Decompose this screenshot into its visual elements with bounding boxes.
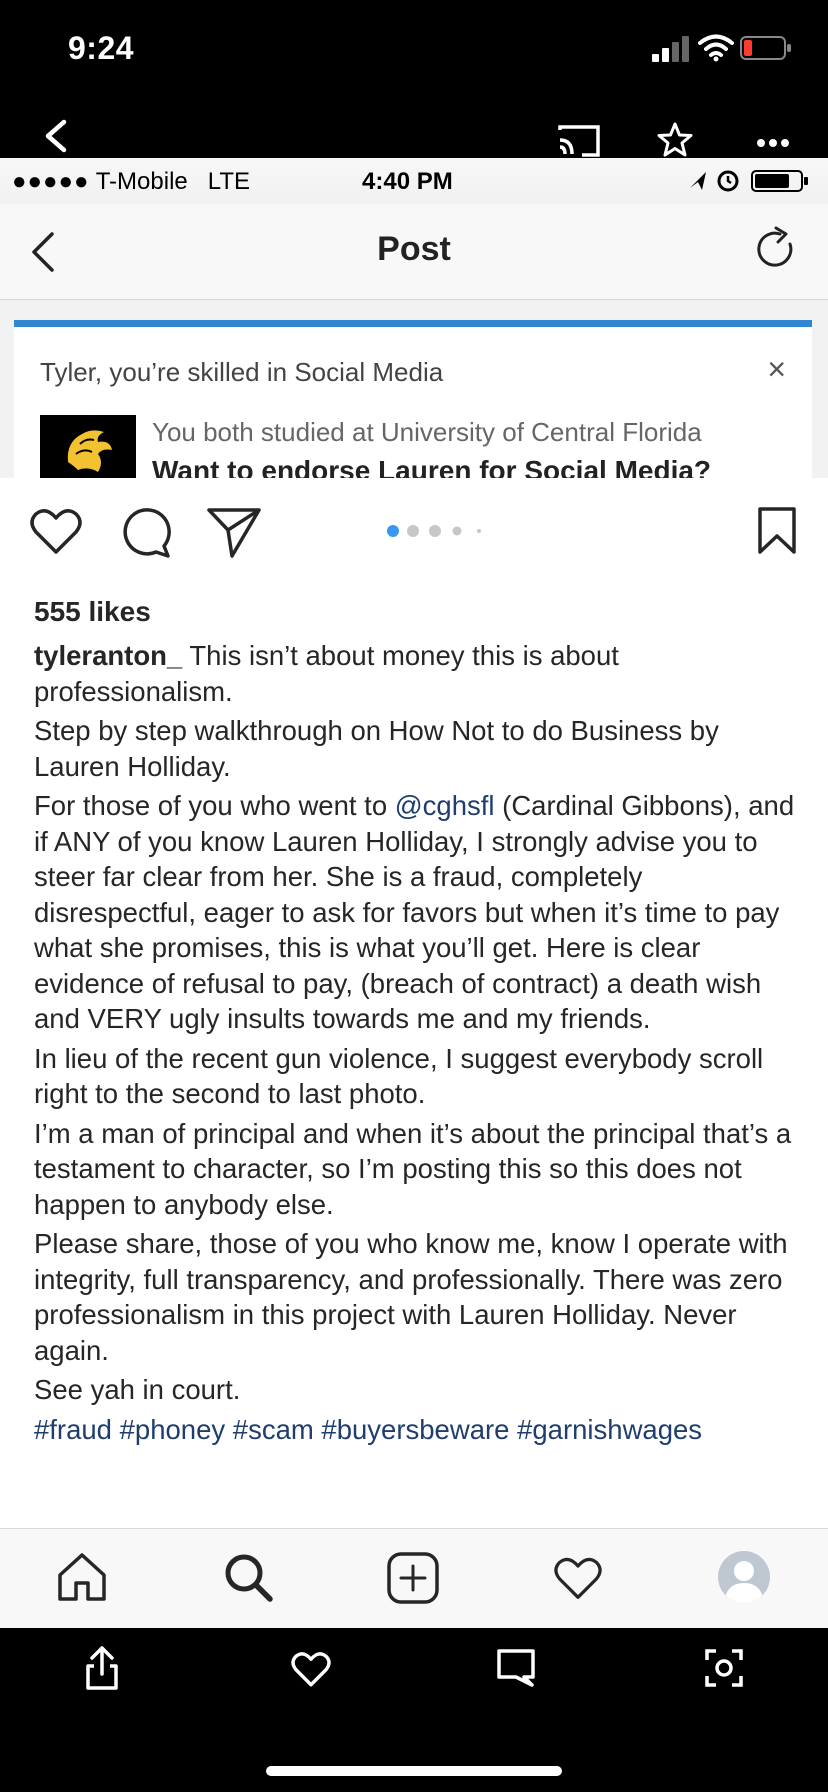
endorsement-prompt: Tyler, you’re skilled in Social Media × … xyxy=(0,300,828,520)
share-direct-icon[interactable] xyxy=(206,506,262,558)
home-indicator[interactable] xyxy=(266,1766,562,1776)
more-icon[interactable] xyxy=(756,138,790,148)
caption-paragraph: Step by step walkthrough on How Not to d… xyxy=(34,715,719,782)
post-actions xyxy=(0,478,828,578)
instagram-post: 555 likes tyleranton_ This isn’t about m… xyxy=(0,478,828,1538)
favorite-icon[interactable] xyxy=(290,1650,332,1688)
instagram-tab-bar xyxy=(0,1528,828,1628)
scan-icon[interactable] xyxy=(704,1648,744,1688)
outer-status-bar: 9:24 xyxy=(0,0,828,110)
cellular-signal-icon xyxy=(652,36,689,62)
status-time: 9:24 xyxy=(68,30,135,66)
post-nav-bar: Post xyxy=(0,204,828,300)
university-logo xyxy=(40,415,136,485)
cast-icon[interactable] xyxy=(556,124,602,158)
share-icon[interactable] xyxy=(84,1646,120,1690)
caption-paragraph: In lieu of the recent gun violence, I su… xyxy=(34,1042,764,1110)
search-icon[interactable] xyxy=(222,1551,274,1603)
signal-dots: ●●●●● xyxy=(12,168,90,195)
caption-text: (Cardinal Gibbons), and if ANY of you kn… xyxy=(34,790,795,1034)
caption-username[interactable]: tyleranton_ xyxy=(34,640,182,671)
inner-status-time: 4:40 PM xyxy=(362,168,453,195)
caption-paragraph: Please share, those of you who know me, … xyxy=(34,1228,788,1366)
inner-status-bar: ●●●●● T-Mobile LTE 4:40 PM xyxy=(0,158,828,204)
likes-count[interactable]: 555 likes xyxy=(34,596,151,628)
new-post-icon[interactable] xyxy=(386,1551,440,1605)
carrier-name: T-Mobile xyxy=(95,168,188,195)
like-heart-icon[interactable] xyxy=(28,506,84,556)
comment-icon[interactable] xyxy=(118,506,172,558)
endorsement-subtitle: You both studied at University of Centra… xyxy=(152,417,702,447)
chevron-left-icon[interactable] xyxy=(40,118,70,154)
bookmark-icon[interactable] xyxy=(756,506,798,556)
caption-text: For those of you who went to xyxy=(34,790,395,821)
pegasus-logo-icon xyxy=(67,430,112,472)
default-avatar-icon xyxy=(724,1561,764,1603)
network-type: LTE xyxy=(207,168,250,195)
wifi-icon xyxy=(698,34,734,62)
activity-heart-icon[interactable] xyxy=(552,1555,604,1601)
battery-low-icon xyxy=(740,36,791,60)
page-title: Post xyxy=(377,230,451,268)
endorsement-headline: Tyler, you’re skilled in Social Media xyxy=(40,357,444,387)
close-icon[interactable]: × xyxy=(767,351,786,388)
star-icon[interactable] xyxy=(656,122,694,158)
refresh-icon[interactable] xyxy=(756,226,798,272)
profile-avatar[interactable] xyxy=(718,1551,770,1603)
home-icon[interactable] xyxy=(56,1551,108,1603)
carousel-indicator xyxy=(387,525,481,537)
mention-link[interactable]: @cghsfl xyxy=(395,790,495,821)
viewer-bottom-bar xyxy=(0,1628,828,1792)
viewer-toolbar xyxy=(0,110,828,158)
post-caption: tyleranton_ This isn’t about money this … xyxy=(34,638,804,1451)
comment-box-icon[interactable] xyxy=(496,1648,536,1688)
caption-paragraph: I’m a man of principal and when it’s abo… xyxy=(34,1117,792,1220)
status-indicators-icon xyxy=(690,170,808,192)
caption-paragraph: See yah in court. xyxy=(34,1374,241,1405)
screenshot-content: ●●●●● T-Mobile LTE 4:40 PM Post Tyler, y… xyxy=(0,158,828,1628)
hashtag-links[interactable]: #fraud #phoney #scam #buyersbeware #garn… xyxy=(34,1412,804,1448)
